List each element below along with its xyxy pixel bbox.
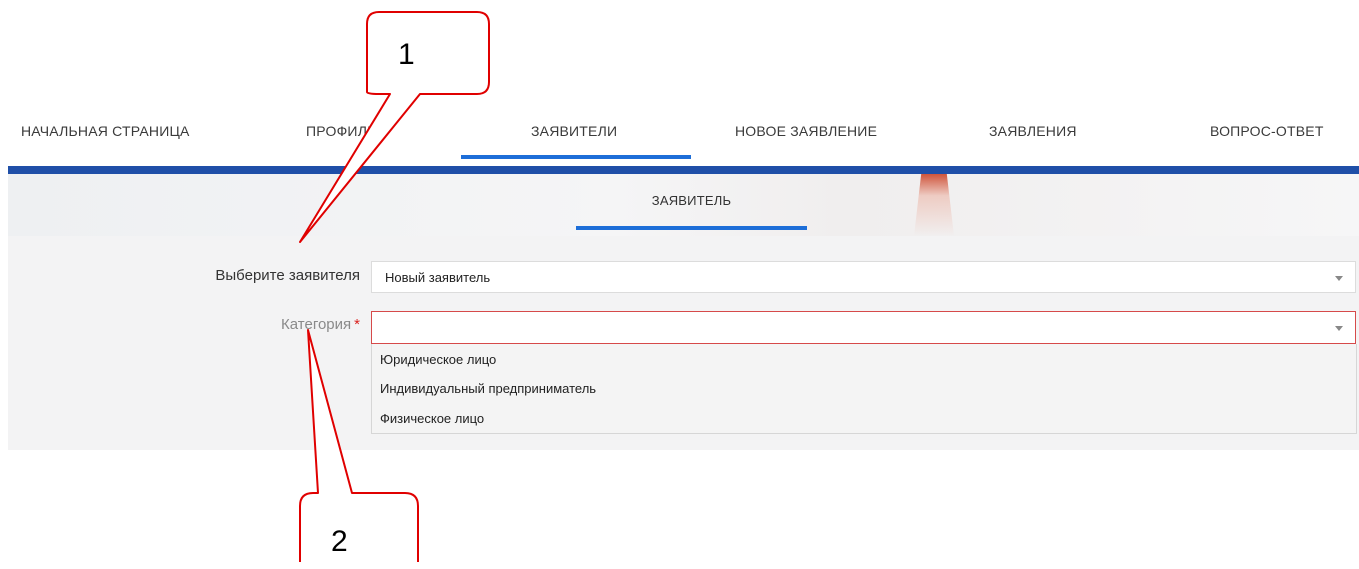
callout-2-box xyxy=(299,329,419,562)
callout-2-number: 2 xyxy=(331,525,348,558)
callout-annotations xyxy=(299,11,490,562)
callout-1-box xyxy=(299,11,490,243)
callout-1-number: 1 xyxy=(398,38,415,71)
